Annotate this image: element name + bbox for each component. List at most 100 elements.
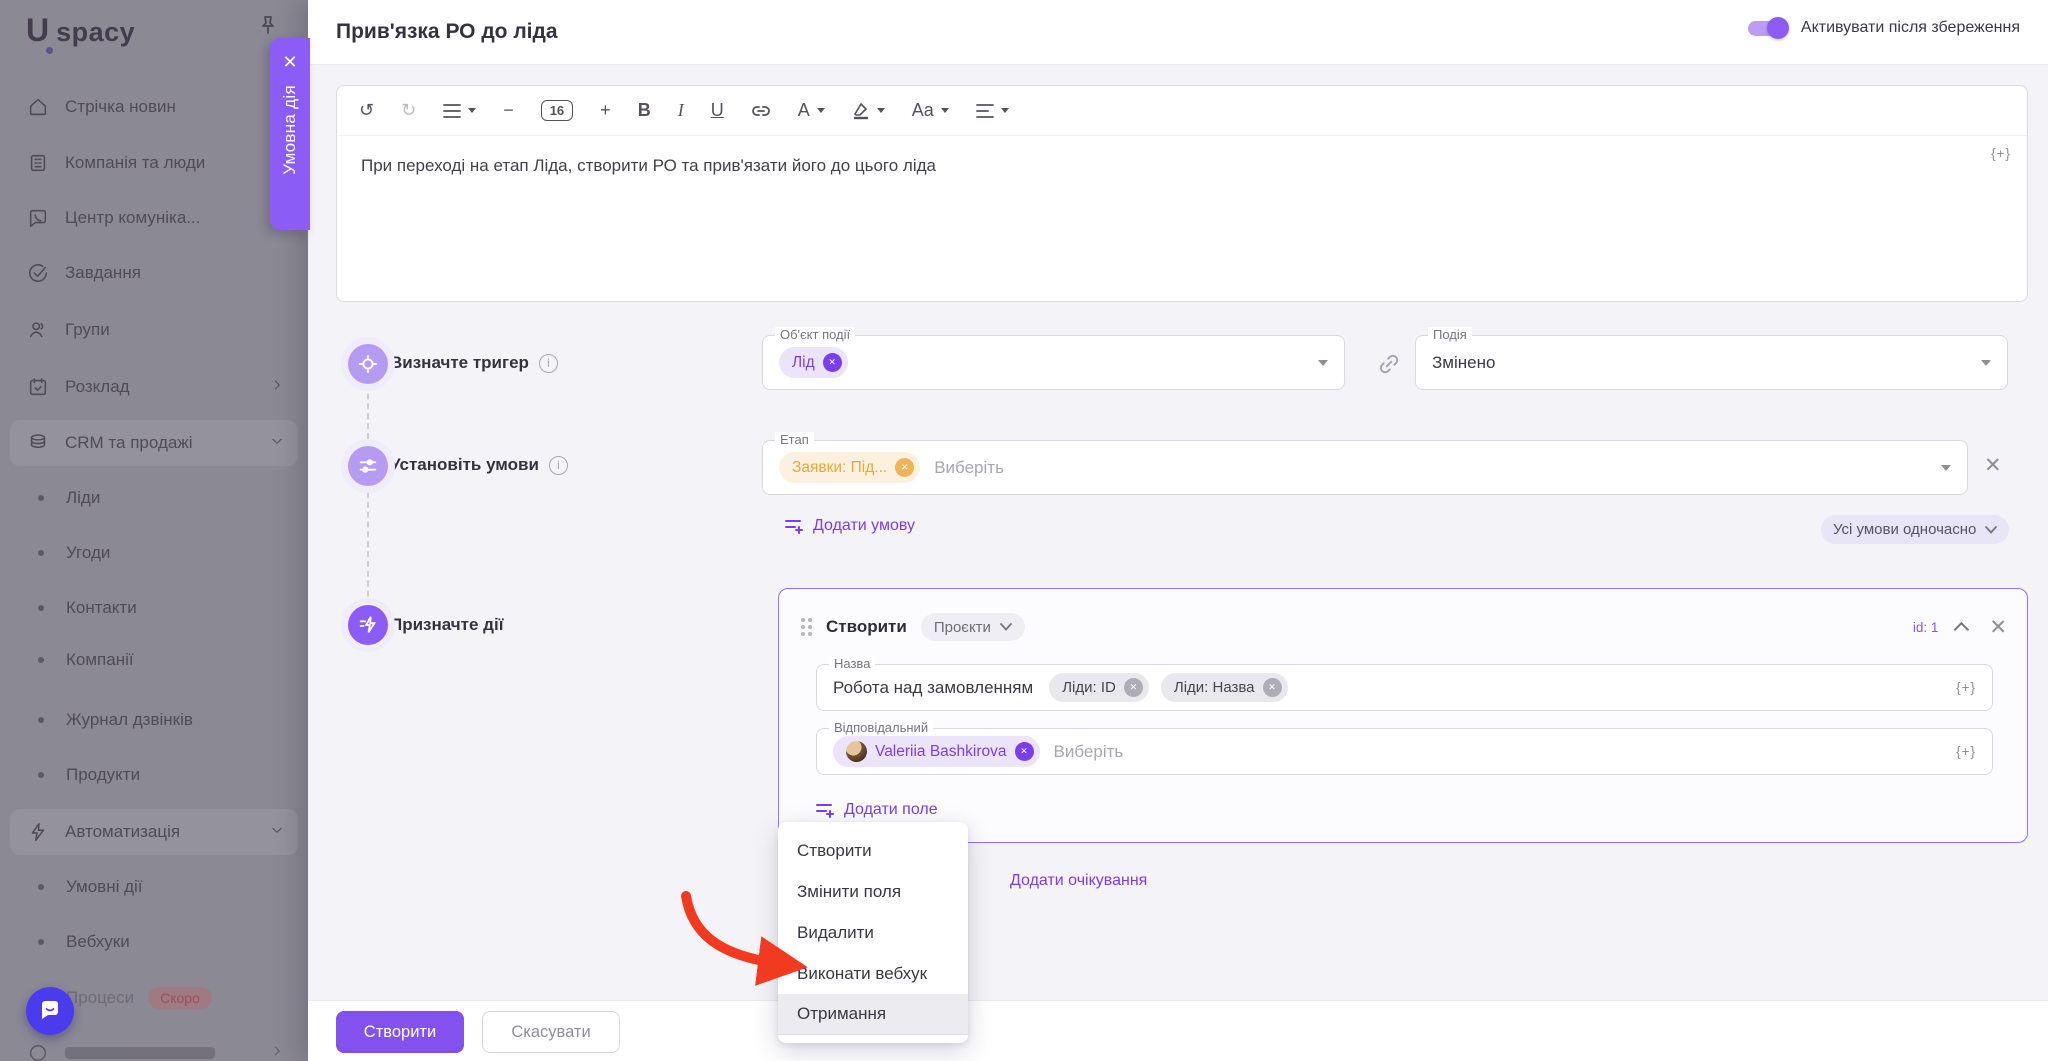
chip-close-icon[interactable]: ✕ [1015, 742, 1034, 761]
bullet-icon [38, 495, 44, 501]
action-type-label: Створити [826, 617, 907, 637]
close-icon[interactable]: ✕ [282, 52, 297, 73]
font-smaller-button[interactable]: − [503, 100, 514, 121]
font-size-value[interactable]: 16 [541, 100, 573, 121]
check-circle-icon [26, 261, 50, 285]
tab-label: Умовна дія [280, 85, 300, 175]
insert-variable-button[interactable]: {+} [1956, 744, 1976, 759]
bullet-icon [38, 939, 44, 945]
drag-handle-icon[interactable] [801, 618, 812, 636]
conditions-mode-select[interactable]: Усі умови одночасно [1821, 515, 2009, 544]
sidebar-item-label: Продукти [66, 765, 140, 785]
sliders-icon [357, 455, 379, 477]
editor-text[interactable]: При переході на етап Ліда, створити РО т… [361, 156, 936, 176]
activate-toggle-wrap: Активувати після збереження [1748, 19, 2020, 37]
sidebar-item-label: Компанії [66, 650, 134, 670]
field-label: Відповідальний [829, 720, 933, 735]
step-connector [367, 364, 369, 626]
sidebar-item-leads[interactable]: Ліди [10, 478, 298, 518]
underline-button[interactable]: U [711, 100, 724, 121]
sidebar-item-groups[interactable]: Групи [10, 307, 298, 353]
add-condition-button[interactable]: Додати умову [785, 517, 915, 535]
chip-close-icon[interactable]: ✕ [823, 353, 842, 372]
sidebar-item-label: Компанія та люди [65, 153, 205, 173]
dropdown-arrow-icon[interactable] [1981, 360, 1991, 366]
menu-item-create[interactable]: Створити [778, 830, 968, 871]
dropdown-arrow-icon[interactable] [1318, 360, 1328, 366]
sidebar-item-tasks[interactable]: Завдання [10, 250, 298, 296]
sidebar-item-companies[interactable]: Компанії [10, 640, 298, 680]
line-spacing-icon[interactable] [443, 103, 476, 119]
sidebar-item-label: Процеси [66, 988, 134, 1008]
italic-button[interactable]: I [678, 100, 684, 121]
chip-close-icon[interactable]: ✕ [1124, 678, 1143, 697]
sidebar-item-schedule[interactable]: Розклад [10, 364, 298, 410]
remove-action-icon[interactable]: ✕ [1989, 615, 2007, 640]
action-card-controls: id: 1 ✕ [1913, 615, 2007, 640]
remove-condition-icon[interactable]: ✕ [1984, 453, 2002, 478]
bold-button[interactable]: B [638, 100, 651, 121]
sidebar-item-label: CRM та продажі [65, 433, 192, 453]
highlight-color-button[interactable] [852, 102, 885, 120]
font-larger-button[interactable]: + [600, 100, 611, 121]
cancel-button[interactable]: Скасувати [482, 1011, 620, 1053]
conditional-action-tab[interactable]: ✕ Умовна дія [270, 38, 310, 230]
conditions-step-icon [341, 439, 395, 493]
action-card-header: Створити Проєкти [801, 613, 1025, 641]
sidebar-item-products[interactable]: Продукти [10, 755, 298, 795]
add-wait-button[interactable]: Додати очікування [1010, 872, 1147, 890]
collapse-icon[interactable] [1954, 622, 1970, 638]
chat-fab-button[interactable] [26, 987, 74, 1035]
add-field-button[interactable]: Додати поле [816, 801, 938, 819]
menu-item-receive[interactable]: Отримання [778, 994, 968, 1035]
sidebar-item-conditional-actions[interactable]: Умовні дії [10, 867, 298, 907]
sidebar-item-label: Ліди [66, 488, 100, 508]
event-object-select[interactable]: Об'єкт події Лід✕ [762, 335, 1345, 390]
sidebar-item-crm[interactable]: CRM та продажі [10, 420, 298, 466]
variable-chip: Ліди: ID✕ [1049, 673, 1149, 702]
redo-icon: ↻ [401, 100, 416, 121]
create-button[interactable]: Створити [336, 1011, 464, 1053]
actions-step-label: Призначте дії [390, 615, 503, 635]
sidebar-item-webhooks[interactable]: Вебхуки [10, 922, 298, 962]
action-id-label: id: 1 [1913, 620, 1939, 635]
bullet-icon [38, 717, 44, 723]
activate-toggle[interactable] [1748, 21, 1786, 36]
chip-close-icon[interactable]: ✕ [895, 458, 914, 477]
chat-bubble-icon [37, 998, 63, 1024]
responsible-field[interactable]: Відповідальний Valeriia Bashkirova ✕ Виб… [816, 728, 1993, 775]
sidebar-item-automation[interactable]: Автоматизація [10, 809, 298, 855]
clipped-label [65, 1047, 215, 1059]
panel-footer: Створити Скасувати [308, 1000, 2048, 1061]
stage-select[interactable]: Етап Заявки: Під...✕ Виберіть [762, 440, 1968, 495]
insert-variable-button[interactable]: {+} [1991, 146, 2011, 161]
entity-select[interactable]: Проєкти [921, 613, 1025, 641]
undo-icon[interactable]: ↺ [359, 100, 374, 121]
sidebar-item-deals[interactable]: Угоди [10, 533, 298, 573]
align-button[interactable] [976, 103, 1009, 119]
description-editor[interactable]: ↺ ↻ − 16 + B I U A Aa При переході на ет… [336, 85, 2028, 302]
sidebar-item-call-log[interactable]: Журнал дзвінків [10, 700, 298, 740]
event-select[interactable]: Подія Змінено [1415, 335, 2008, 390]
info-icon[interactable]: i [539, 354, 558, 373]
sidebar-item-company-people[interactable]: Компанія та люди [10, 140, 298, 186]
info-icon[interactable]: i [549, 456, 568, 475]
text-style-button[interactable]: Aa [912, 100, 949, 121]
sidebar-item-label: Стрічка новин [65, 97, 176, 117]
sidebar-item-contacts[interactable]: Контакти [10, 588, 298, 628]
name-field[interactable]: Назва Робота над замовленням Ліди: ID✕ Л… [816, 664, 1993, 711]
chat-phone-icon [26, 206, 50, 230]
text-color-button[interactable]: A [798, 100, 825, 121]
link-icon[interactable] [751, 104, 771, 118]
calendar-icon [26, 375, 50, 399]
sidebar-item-communication[interactable]: Центр комуніка... [10, 195, 298, 241]
name-value: Робота над замовленням [833, 678, 1033, 698]
pin-icon[interactable] [256, 13, 280, 37]
sidebar-item-newsfeed[interactable]: Стрічка новин [10, 84, 298, 130]
dropdown-arrow-icon[interactable] [1941, 465, 1951, 471]
insert-variable-button[interactable]: {+} [1956, 680, 1976, 695]
field-label: Етап [775, 432, 814, 447]
variable-chip: Ліди: Назва✕ [1161, 673, 1288, 702]
bullet-icon [38, 884, 44, 890]
chip-close-icon[interactable]: ✕ [1263, 678, 1282, 697]
